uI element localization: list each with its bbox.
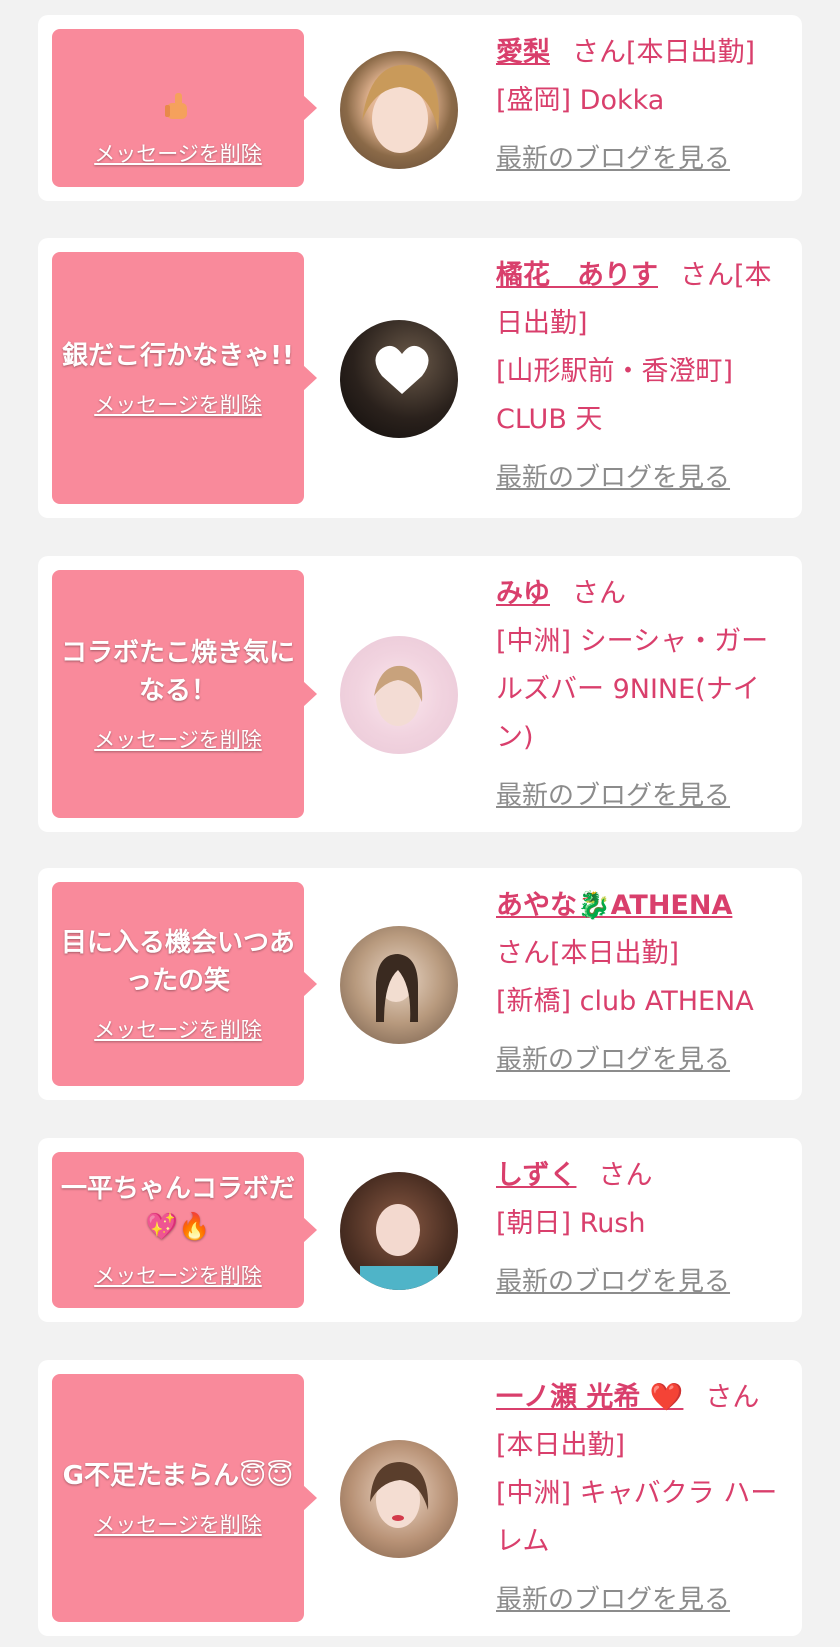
user-info: 愛梨 さん[本日出勤] [盛岡] Dokka 最新のブログを見る xyxy=(496,29,788,183)
thumbs-up-icon xyxy=(165,92,187,119)
work-status: [本日出勤] xyxy=(496,1430,626,1461)
message-text: コラボたこ焼き気になる！ xyxy=(60,638,295,706)
user-info: 橘花 ありす さん[本日出勤] [山形駅前・香澄町] CLUB 天 最新のブログを… xyxy=(496,252,788,502)
user-info: あやな🐉ATHENA さん[本日出勤] [新橋] club ATHENA 最新の… xyxy=(496,882,788,1084)
user-info: しずく さん [朝日] Rush 最新のブログを見る xyxy=(496,1152,788,1306)
message-text xyxy=(161,48,195,124)
avatar[interactable] xyxy=(340,926,458,1044)
san-label: さん xyxy=(705,1382,760,1413)
avatar[interactable] xyxy=(340,1440,458,1558)
message-text: 目に入る機会いつあったの笑 xyxy=(60,928,295,996)
message-bubble: 一平ちゃんコラボだ💖🔥 メッセージを削除 xyxy=(52,1152,317,1308)
delete-message-link[interactable]: メッセージを削除 xyxy=(94,1260,262,1290)
delete-message-link[interactable]: メッセージを削除 xyxy=(94,724,262,754)
latest-blog-link[interactable]: 最新のブログを見る xyxy=(496,454,730,502)
location-text: [山形駅前・香澄町] CLUB 天 xyxy=(496,356,734,435)
avatar[interactable] xyxy=(340,1172,458,1290)
favorite-card: メッセージを削除 愛梨 さん[本日出勤] [盛岡] Dokka 最新のブログを見る xyxy=(38,15,802,201)
avatar[interactable] xyxy=(340,51,458,169)
latest-blog-link[interactable]: 最新のブログを見る xyxy=(496,772,730,820)
delete-message-link[interactable]: メッセージを削除 xyxy=(94,389,262,419)
location-text: [中洲] シーシャ・ガールズバー 9NINE(ナイン) xyxy=(496,626,769,753)
avatar-photo-icon xyxy=(360,1204,438,1290)
avatar-photo-icon xyxy=(374,665,423,726)
favorite-card: G不足たまらん😇😇 メッセージを削除 一ノ瀬 光希 ❤️ さん [本日出勤] [中… xyxy=(38,1360,802,1636)
work-status: さん xyxy=(598,1160,653,1191)
delete-message-link[interactable]: メッセージを削除 xyxy=(94,138,262,168)
latest-blog-link[interactable]: 最新のブログを見る xyxy=(496,1576,730,1624)
avatar-photo-icon xyxy=(362,64,439,153)
message-bubble: G不足たまらん😇😇 メッセージを削除 xyxy=(52,1374,317,1622)
user-name-link[interactable]: しずく xyxy=(496,1160,576,1191)
latest-blog-link[interactable]: 最新のブログを見る xyxy=(496,1036,730,1084)
location-text: [朝日] Rush xyxy=(496,1208,646,1239)
avatar-photo-icon xyxy=(376,954,418,1022)
delete-message-link[interactable]: メッセージを削除 xyxy=(94,1014,262,1044)
work-status: さん[本日出勤] xyxy=(572,37,756,68)
latest-blog-link[interactable]: 最新のブログを見る xyxy=(496,1258,730,1306)
location-text: [新橋] club ATHENA xyxy=(496,986,754,1017)
message-bubble: 銀だこ行かなきゃ!! メッセージを削除 xyxy=(52,252,317,504)
location-text: [中洲] キャバクラ ハーレム xyxy=(496,1478,778,1557)
delete-message-link[interactable]: メッセージを削除 xyxy=(94,1509,262,1539)
message-text: G不足たまらん😇😇 xyxy=(62,1461,294,1491)
favorite-card: 銀だこ行かなきゃ!! メッセージを削除 橘花 ありす さん[本日出勤] [山形駅前… xyxy=(38,238,802,518)
work-status: さん xyxy=(572,578,626,609)
work-status: さん[本日出勤] xyxy=(496,938,680,969)
avatar[interactable] xyxy=(340,320,458,438)
user-name-link[interactable]: 橘花 ありす xyxy=(496,260,658,291)
message-bubble: メッセージを削除 xyxy=(52,29,317,187)
user-info: みゆ さん [中洲] シーシャ・ガールズバー 9NINE(ナイン) 最新のブログを… xyxy=(496,570,788,820)
avatar[interactable] xyxy=(340,636,458,754)
latest-blog-link[interactable]: 最新のブログを見る xyxy=(496,135,730,183)
message-text: 銀だこ行かなきゃ!! xyxy=(62,341,294,371)
avatar-photo-icon xyxy=(370,1462,429,1528)
user-name-link[interactable]: あやな🐉ATHENA xyxy=(496,890,732,921)
favorite-card: コラボたこ焼き気になる！ メッセージを削除 みゆ さん [中洲] シーシャ・ガール… xyxy=(38,556,802,832)
user-name-link[interactable]: みゆ xyxy=(496,578,550,609)
user-name-link[interactable]: 一ノ瀬 光希 ❤️ xyxy=(496,1382,683,1413)
favorite-card: 目に入る機会いつあったの笑 メッセージを削除 あやな🐉ATHENA さん[本日出… xyxy=(38,868,802,1100)
message-bubble: コラボたこ焼き気になる！ メッセージを削除 xyxy=(52,570,317,818)
favorite-card: 一平ちゃんコラボだ💖🔥 メッセージを削除 しずく さん [朝日] Rush 最新の… xyxy=(38,1138,802,1322)
message-text: 一平ちゃんコラボだ💖🔥 xyxy=(60,1174,295,1242)
message-bubble: 目に入る機会いつあったの笑 メッセージを削除 xyxy=(52,882,317,1086)
user-info: 一ノ瀬 光希 ❤️ さん [本日出勤] [中洲] キャバクラ ハーレム 最新のブロ… xyxy=(496,1374,788,1624)
heart-sticker-icon xyxy=(375,345,429,394)
user-name-link[interactable]: 愛梨 xyxy=(496,37,550,68)
location-text: [盛岡] Dokka xyxy=(496,85,665,116)
